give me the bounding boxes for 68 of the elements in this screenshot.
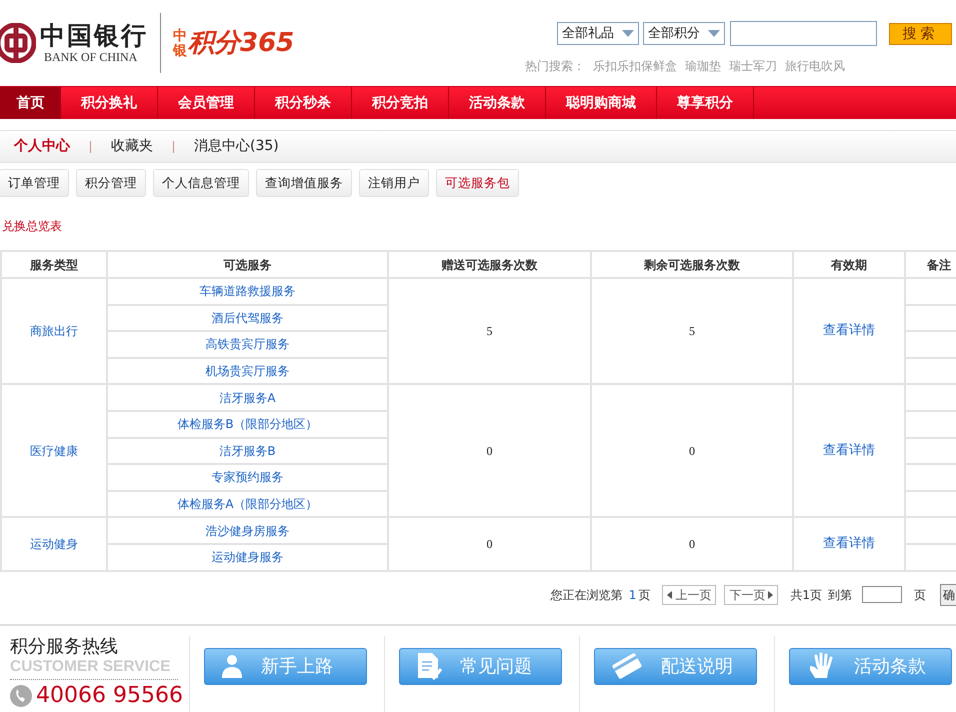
page-number-field[interactable] xyxy=(862,586,902,604)
details-link[interactable]: 查看详情 xyxy=(823,443,875,458)
subnav-link[interactable]: 个人中心 xyxy=(14,136,70,157)
service-link[interactable]: 车辆道路救援服务 xyxy=(107,278,388,305)
nav-tab[interactable]: 首页 xyxy=(0,87,61,119)
document-icon xyxy=(416,652,442,680)
column-header: 服务类型 xyxy=(1,251,107,278)
column-header: 剩余可选服务次数 xyxy=(591,251,793,278)
section-title: 兑换总览表 xyxy=(2,219,63,233)
service-link[interactable]: 浩沙健身房服务 xyxy=(107,517,388,544)
gifted-count-cell: 0 xyxy=(388,517,591,571)
account-tab[interactable]: 订单管理 xyxy=(0,169,69,197)
category-select[interactable]: 全部礼品 xyxy=(557,22,639,45)
previous-page-button[interactable]: 上一页 xyxy=(662,584,716,605)
hot-search-label: 热门搜索： xyxy=(525,58,585,75)
page-unit-label: 页 xyxy=(638,586,650,604)
nav-tab[interactable]: 积分换礼 xyxy=(61,87,158,119)
details-link[interactable]: 查看详情 xyxy=(823,536,875,552)
right-arrow-icon xyxy=(768,590,774,599)
hotline-number: 40066 95566 xyxy=(36,684,183,708)
left-arrow-icon xyxy=(667,590,672,599)
column-header: 赠送可选服务次数 xyxy=(388,251,591,278)
account-tab[interactable]: 查询增值服务 xyxy=(256,169,352,197)
account-tab[interactable]: 积分管理 xyxy=(76,169,146,197)
column-header: 可选服务 xyxy=(107,251,388,278)
points-select[interactable]: 全部积分 xyxy=(643,22,725,45)
remaining-count-cell: 5 xyxy=(591,278,793,384)
gifted-count-cell: 5 xyxy=(388,278,591,384)
nav-tab[interactable]: 积分竞拍 xyxy=(352,87,449,119)
account-tab[interactable]: 可选服务包 xyxy=(436,169,519,197)
subnav-link[interactable]: 收藏夹 xyxy=(111,136,153,157)
nav-tab[interactable]: 积分秒杀 xyxy=(255,87,352,119)
remaining-count-cell: 0 xyxy=(591,517,793,571)
service-type-cell: 医疗健康 xyxy=(1,384,107,518)
bank-english-name: BANK OF CHINA xyxy=(44,50,138,64)
goto-label: 到第 xyxy=(828,586,852,604)
nav-tab[interactable]: 聪明购商城 xyxy=(546,87,657,119)
gifted-count-cell: 0 xyxy=(388,384,591,518)
person-icon xyxy=(221,654,243,678)
service-type-cell: 商旅出行 xyxy=(1,278,107,384)
nav-tab[interactable]: 会员管理 xyxy=(158,87,255,119)
details-link[interactable]: 查看详情 xyxy=(823,323,875,338)
goto-unit-label: 页 xyxy=(914,586,926,604)
account-tab[interactable]: 个人信息管理 xyxy=(153,169,249,197)
service-link[interactable]: 洁牙服务A xyxy=(107,384,388,411)
hotline-title: 积分服务热线 xyxy=(10,636,119,658)
nav-tab[interactable]: 尊享积分 xyxy=(657,87,754,119)
total-pages: 共1页 xyxy=(790,586,822,604)
nav-tab[interactable]: 活动条款 xyxy=(449,87,546,119)
bank-name: 中国银行 xyxy=(40,22,148,50)
search-button[interactable]: 搜索 xyxy=(889,22,952,44)
dropdown-caret-icon xyxy=(622,30,634,37)
account-tab[interactable]: 注销用户 xyxy=(359,169,429,197)
brand-logo-small: 中银 xyxy=(173,29,188,59)
column-header: 有效期 xyxy=(793,251,905,278)
bank-logo-icon xyxy=(0,23,36,63)
brand-logo: 积分365 xyxy=(188,27,294,59)
browsing-label: 您正在浏览第 xyxy=(550,586,623,604)
current-page: 1 xyxy=(628,586,636,604)
dropdown-caret-icon xyxy=(708,30,720,37)
confirm-button[interactable]: 确 xyxy=(940,584,956,606)
column-header: 备注 xyxy=(905,251,956,278)
phone-icon xyxy=(10,684,32,707)
service-type-cell: 运动健身 xyxy=(1,517,107,571)
next-page-button[interactable]: 下一页 xyxy=(724,584,778,605)
subnav-link[interactable]: 消息中心(35) xyxy=(194,136,279,157)
remaining-count-cell: 0 xyxy=(591,384,793,518)
search-field[interactable] xyxy=(730,21,877,46)
